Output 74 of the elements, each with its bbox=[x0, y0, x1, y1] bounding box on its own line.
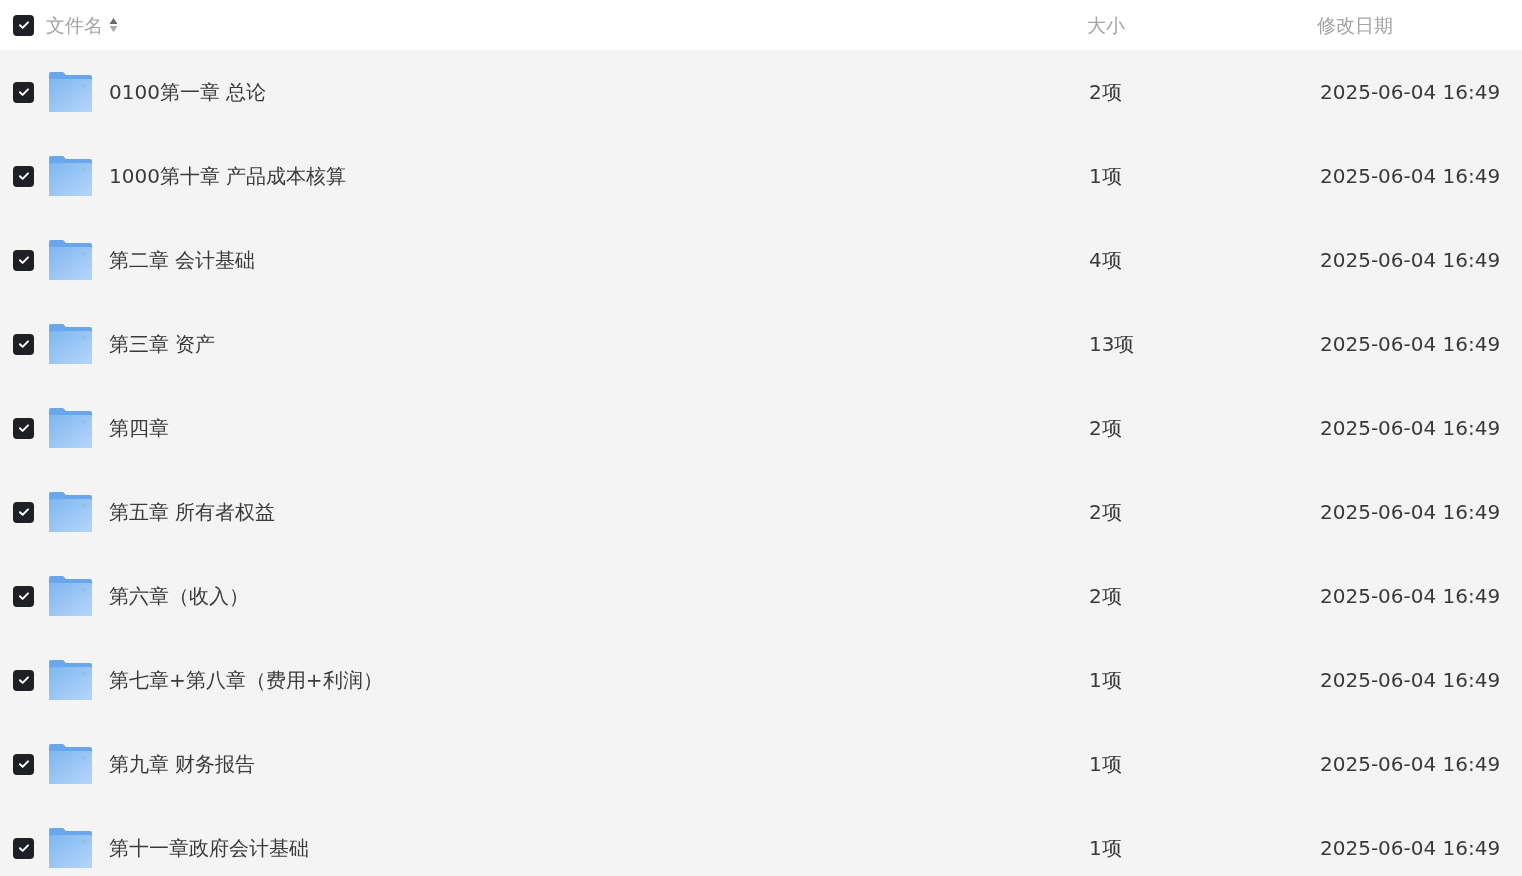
file-name: 第七章+第八章（费用+利润） bbox=[109, 667, 383, 694]
checkbox[interactable] bbox=[13, 417, 34, 439]
folder-icon bbox=[48, 156, 92, 196]
modified-date: 2025-06-04 16:49 bbox=[1320, 583, 1501, 610]
file-row[interactable]: 第四章 2项 2025-06-04 16:49 bbox=[0, 386, 1522, 470]
checkbox[interactable] bbox=[13, 585, 34, 607]
check-icon bbox=[17, 19, 30, 31]
item-count: 2项 bbox=[1089, 499, 1122, 526]
folder-icon bbox=[48, 828, 92, 868]
item-count: 1项 bbox=[1089, 163, 1122, 190]
item-count: 13项 bbox=[1089, 331, 1135, 358]
item-count: 2项 bbox=[1089, 415, 1122, 442]
file-row[interactable]: 第二章 会计基础 4项 2025-06-04 16:49 bbox=[0, 218, 1522, 302]
modified-date: 2025-06-04 16:49 bbox=[1320, 247, 1501, 274]
modified-date: 2025-06-04 16:49 bbox=[1320, 163, 1501, 190]
modified-date: 2025-06-04 16:49 bbox=[1320, 79, 1501, 106]
checkbox[interactable] bbox=[13, 165, 34, 187]
file-name: 0100第一章 总论 bbox=[109, 79, 267, 106]
check-icon bbox=[17, 590, 30, 602]
file-row[interactable]: 第五章 所有者权益 2项 2025-06-04 16:49 bbox=[0, 470, 1522, 554]
folder-icon bbox=[48, 72, 92, 112]
file-name: 1000第十章 产品成本核算 bbox=[109, 163, 347, 190]
checkbox[interactable] bbox=[13, 669, 34, 691]
modified-date: 2025-06-04 16:49 bbox=[1320, 415, 1501, 442]
modified-date: 2025-06-04 16:49 bbox=[1320, 331, 1501, 358]
check-icon bbox=[17, 254, 30, 266]
file-row[interactable]: 1000第十章 产品成本核算 1项 2025-06-04 16:49 bbox=[0, 134, 1522, 218]
folder-icon bbox=[48, 660, 92, 700]
folder-icon bbox=[48, 324, 92, 364]
column-header: 修改日期 bbox=[1317, 12, 1393, 38]
file-name: 第四章 bbox=[109, 415, 169, 442]
check-icon bbox=[17, 842, 30, 854]
file-row[interactable]: 第九章 财务报告 1项 2025-06-04 16:49 bbox=[0, 722, 1522, 806]
file-row[interactable]: 0100第一章 总论 2项 2025-06-04 16:49 bbox=[0, 50, 1522, 134]
item-count: 1项 bbox=[1089, 751, 1122, 778]
check-icon bbox=[17, 758, 30, 770]
check-icon bbox=[17, 506, 30, 518]
checkbox[interactable] bbox=[13, 753, 34, 775]
file-name: 第九章 财务报告 bbox=[109, 751, 256, 778]
file-name: 第五章 所有者权益 bbox=[109, 499, 276, 526]
file-row[interactable]: 第七章+第八章（费用+利润） 1项 2025-06-04 16:49 bbox=[0, 638, 1522, 722]
folder-icon bbox=[48, 744, 92, 784]
modified-date: 2025-06-04 16:49 bbox=[1320, 667, 1501, 694]
checkbox[interactable] bbox=[13, 14, 34, 36]
folder-icon bbox=[48, 492, 92, 532]
checkbox[interactable] bbox=[13, 333, 34, 355]
check-icon bbox=[17, 170, 30, 182]
file-name: 第三章 资产 bbox=[109, 331, 216, 358]
folder-icon bbox=[48, 576, 92, 616]
check-icon bbox=[17, 674, 30, 686]
modified-date: 2025-06-04 16:49 bbox=[1320, 751, 1501, 778]
file-name: 第十一章政府会计基础 bbox=[109, 835, 309, 862]
file-name: 第二章 会计基础 bbox=[109, 247, 256, 274]
item-count: 2项 bbox=[1089, 583, 1122, 610]
checkbox[interactable] bbox=[13, 837, 34, 859]
check-icon bbox=[17, 338, 30, 350]
folder-icon bbox=[48, 408, 92, 448]
folder-icon bbox=[48, 240, 92, 280]
item-count: 2项 bbox=[1089, 79, 1122, 106]
item-count: 1项 bbox=[1089, 667, 1122, 694]
item-count: 4项 bbox=[1089, 247, 1122, 274]
column-header: 大小 bbox=[1087, 12, 1125, 38]
checkbox[interactable] bbox=[13, 501, 34, 523]
file-row[interactable]: 第十一章政府会计基础 1项 2025-06-04 16:49 bbox=[0, 806, 1522, 876]
checkbox[interactable] bbox=[13, 249, 34, 271]
item-count: 1项 bbox=[1089, 835, 1122, 862]
modified-date: 2025-06-04 16:49 bbox=[1320, 835, 1501, 862]
file-row[interactable]: 第三章 资产 13项 2025-06-04 16:49 bbox=[0, 302, 1522, 386]
check-icon bbox=[17, 86, 30, 98]
modified-date: 2025-06-04 16:49 bbox=[1320, 499, 1501, 526]
file-row[interactable]: 第六章（收入） 2项 2025-06-04 16:49 bbox=[0, 554, 1522, 638]
check-icon bbox=[17, 422, 30, 434]
file-name: 第六章（收入） bbox=[109, 583, 249, 610]
checkbox[interactable] bbox=[13, 81, 34, 103]
